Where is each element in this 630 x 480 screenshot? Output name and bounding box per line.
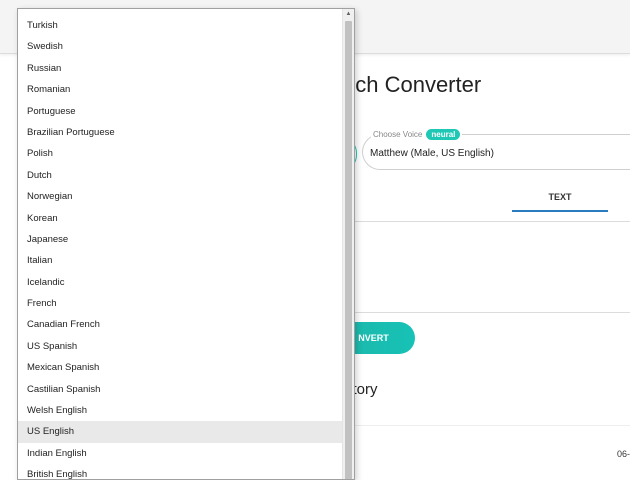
- language-option[interactable]: Italian: [18, 250, 342, 271]
- language-option[interactable]: Brazilian Portuguese: [18, 122, 342, 143]
- language-option[interactable]: Indian English: [18, 443, 342, 464]
- scroll-thumb[interactable]: [345, 21, 352, 479]
- language-option[interactable]: Japanese: [18, 229, 342, 250]
- language-option[interactable]: Mexican Spanish: [18, 357, 342, 378]
- tab-text[interactable]: TEXT: [512, 192, 608, 202]
- voice-value[interactable]: Matthew (Male, US English): [370, 148, 494, 159]
- language-option[interactable]: Romanian: [18, 79, 342, 100]
- voice-legend: Choose Voice neural: [371, 129, 463, 140]
- language-option[interactable]: Norwegian: [18, 186, 342, 207]
- language-option[interactable]: Canadian French: [18, 314, 342, 335]
- dropdown-scrollbar[interactable]: ▲: [342, 9, 354, 479]
- language-dropdown-list[interactable]: Turkish Swedish Russian Romanian Portuguese B…: [17, 8, 355, 480]
- language-option[interactable]: US Spanish: [18, 336, 342, 357]
- chevron-up-icon[interactable]: ▲: [343, 9, 354, 20]
- language-option[interactable]: Swedish: [18, 36, 342, 57]
- divider: [343, 312, 630, 313]
- language-options: Turkish Swedish Russian Romanian Portuguese B…: [18, 15, 342, 479]
- language-option[interactable]: Turkish: [18, 15, 342, 36]
- language-option[interactable]: Russian: [18, 58, 342, 79]
- language-option[interactable]: Portuguese: [18, 101, 342, 122]
- language-option[interactable]: French: [18, 293, 342, 314]
- language-option[interactable]: Korean: [18, 208, 342, 229]
- language-option[interactable]: Polish: [18, 143, 342, 164]
- divider: [343, 425, 630, 426]
- history-row-date: 06-: [617, 449, 630, 459]
- language-option[interactable]: British English: [18, 464, 342, 479]
- language-option[interactable]: Icelandic: [18, 272, 342, 293]
- language-option[interactable]: Welsh English: [18, 400, 342, 421]
- page-title: ech Converter: [343, 72, 482, 97]
- divider: [343, 221, 630, 222]
- language-option[interactable]: Castilian Spanish: [18, 379, 342, 400]
- voice-label: Choose Voice: [373, 130, 423, 139]
- neural-badge: neural: [426, 129, 461, 140]
- language-option[interactable]: US English: [18, 421, 342, 443]
- language-option[interactable]: Dutch: [18, 165, 342, 186]
- tab-active-indicator: [512, 210, 608, 212]
